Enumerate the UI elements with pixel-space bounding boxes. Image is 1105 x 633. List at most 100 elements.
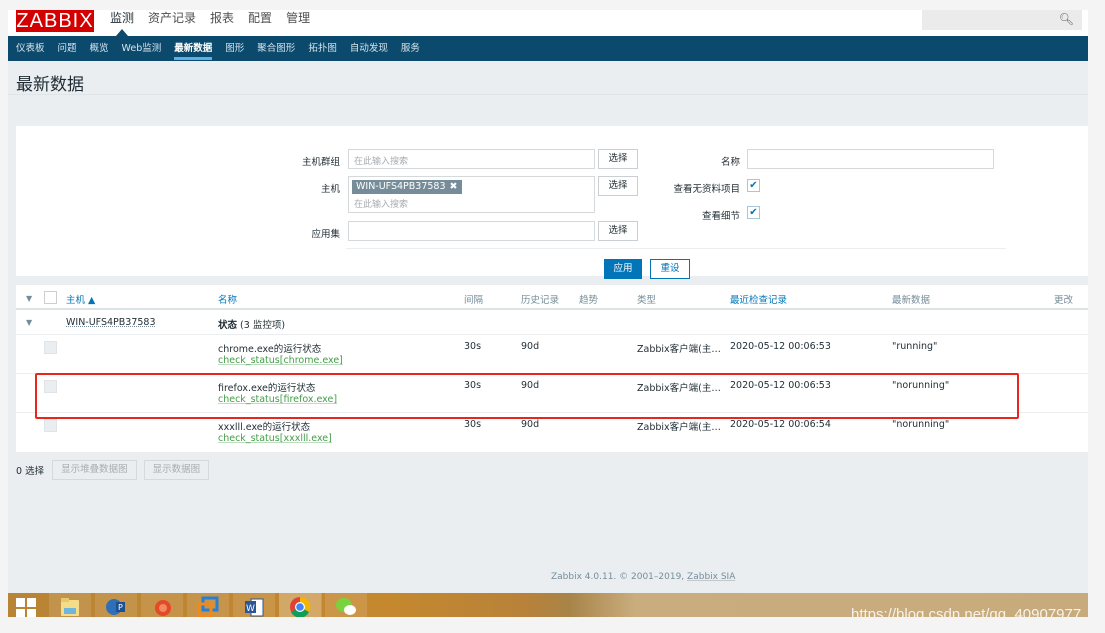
tab-screens[interactable]: 聚合图形 [257,36,295,61]
menu-inventory[interactable]: 资产记录 [148,10,196,26]
item-last-value: "norunning" [892,380,950,391]
mass-actions: 0 选择 显示堆叠数据图 显示数据图 [16,460,216,480]
taskbar-file-explorer[interactable] [49,593,92,617]
collapse-all-icon[interactable]: ▼ [26,294,32,303]
chrome-icon [290,596,311,617]
taskbar-chrome[interactable] [279,593,322,617]
show-without-data-checkbox[interactable]: ✔ [747,179,760,192]
host-group-input[interactable]: 在此输入搜索 [348,149,595,169]
svg-text:P: P [118,603,123,612]
taskbar-word[interactable]: W [233,593,276,617]
column-history: 历史记录 [521,295,560,306]
item-name: chrome.exe的运行状态 [218,344,322,355]
item-type: Zabbix客户端(主… [637,344,721,355]
menu-administration[interactable]: 管理 [286,10,310,26]
tab-latest-data[interactable]: 最新数据 [174,36,213,61]
snail-icon [155,600,171,616]
search-input[interactable]: 🔍︎ [922,10,1082,30]
application-label: 应用集 [311,229,340,240]
divider [8,94,1088,95]
column-type: 类型 [637,295,657,306]
taskbar-remote-desktop[interactable]: P [95,593,138,617]
copyright-text: Zabbix 4.0.11. © 2001–2019, [551,572,688,582]
host-chip: WIN-UFS4PB37583 ✖ [352,180,462,194]
latest-data-table: ▼ 主机 ▲ 名称 间隔 历史记录 趋势 类型 最近检查记录 最新数据 更改 ▼… [16,285,1088,452]
table-row: chrome.exe的运行状态 check_status[chrome.exe]… [16,335,1088,374]
column-last-check[interactable]: 最近检查记录 [730,292,787,306]
menu-monitoring[interactable]: 监测 [110,10,134,36]
watermark-text: https://blog.csdn.net/qq_40907977 [851,606,1082,617]
host-group-row: ▼ WIN-UFS4PB37583 状态 (3 监控项) [16,310,1088,335]
footer-copyright: Zabbix 4.0.11. © 2001–2019, Zabbix SIA [551,572,735,582]
tab-overview[interactable]: 概览 [90,36,109,61]
host-name[interactable]: WIN-UFS4PB37583 [66,317,156,328]
column-name[interactable]: 名称 [218,292,237,306]
item-name: xxxlll.exe的运行状态 [218,422,311,433]
row-checkbox[interactable] [44,341,57,354]
close-icon[interactable]: ✖ [450,181,458,192]
item-last-value: "running" [892,341,938,352]
taskbar-wechat[interactable] [325,593,368,617]
graph-button[interactable]: 显示数据图 [143,460,210,480]
item-last-check: 2020-05-12 00:06:54 [730,419,831,430]
select-all-checkbox[interactable] [44,291,57,304]
item-interval: 30s [464,419,482,430]
top-header: ZABBIX 监测 资产记录 报表 配置 管理 🔍︎ [8,10,1088,36]
application-name: 状态 [218,320,238,331]
tab-services[interactable]: 服务 [401,36,420,61]
tab-graphs[interactable]: 图形 [225,36,244,61]
tab-dashboard[interactable]: 仪表板 [16,36,45,61]
name-label: 名称 [720,157,740,168]
windows-start-icon[interactable] [16,598,36,617]
zabbix-sia-link[interactable]: Zabbix SIA [687,572,735,582]
item-key[interactable]: check_status[chrome.exe] [218,355,343,366]
taskbar-snail-app[interactable] [141,593,184,617]
item-key[interactable]: check_status[firefox.exe] [218,394,337,405]
item-history: 90d [521,380,540,391]
item-key[interactable]: check_status[xxxlll.exe] [218,433,332,444]
item-last-check: 2020-05-12 00:06:53 [730,341,831,352]
tab-discovery[interactable]: 自动发现 [350,36,388,61]
menu-reports[interactable]: 报表 [210,10,234,26]
stacked-graph-button[interactable]: 显示堆叠数据图 [52,460,137,480]
item-name: firefox.exe的运行状态 [218,383,316,394]
main-menu: 监测 资产记录 报表 配置 管理 [110,10,324,36]
wechat-icon [336,598,356,615]
host-chip-label: WIN-UFS4PB37583 [356,181,446,192]
host-input[interactable]: WIN-UFS4PB37583 ✖ 在此输入搜索 [348,176,595,213]
show-without-data-label: 查看无资料项目 [673,184,740,195]
tab-web[interactable]: Web监测 [122,36,162,61]
item-last-value: "norunning" [892,419,950,430]
zabbix-window: ZABBIX 监测 资产记录 报表 配置 管理 🔍︎ 仪表板 问题 概览 Web… [8,10,1088,617]
table-row: firefox.exe的运行状态 check_status[firefox.ex… [16,374,1088,413]
host-group-label: 主机群组 [301,157,340,168]
tab-problems[interactable]: 问题 [58,36,77,61]
collapse-icon[interactable]: ▼ [26,318,32,327]
host-label: 主机 [320,184,340,195]
word-icon: W [245,598,264,617]
page-title: 最新数据 [16,75,84,95]
row-checkbox[interactable] [44,419,57,432]
zabbix-logo[interactable]: ZABBIX [16,10,94,32]
search-icon[interactable]: 🔍︎ [1059,12,1074,26]
application-group: 状态 (3 监控项) [218,317,285,331]
taskbar-vmware[interactable] [187,593,230,617]
host-group-select-button[interactable]: 选择 [598,149,638,169]
sub-navigation: 仪表板 问题 概览 Web监测 最新数据 图形 聚合图形 拓扑图 自动发现 服务 [8,36,1088,61]
row-checkbox[interactable] [44,380,57,393]
show-details-checkbox[interactable]: ✔ [747,206,760,219]
application-input[interactable] [348,221,595,241]
apply-button[interactable]: 应用 [604,259,642,279]
column-host[interactable]: 主机 ▲ [66,292,95,306]
table-row: xxxlll.exe的运行状态 check_status[xxxlll.exe]… [16,413,1088,452]
application-select-button[interactable]: 选择 [598,221,638,241]
item-interval: 30s [464,380,482,391]
reset-button[interactable]: 重设 [650,259,690,279]
selected-count: 0 选择 [16,466,45,477]
menu-configuration[interactable]: 配置 [248,10,272,26]
host-select-button[interactable]: 选择 [598,176,638,196]
show-details-label: 查看细节 [701,211,740,222]
column-last-value: 最新数据 [892,295,931,306]
tab-maps[interactable]: 拓扑图 [308,36,337,61]
name-input[interactable] [747,149,994,169]
